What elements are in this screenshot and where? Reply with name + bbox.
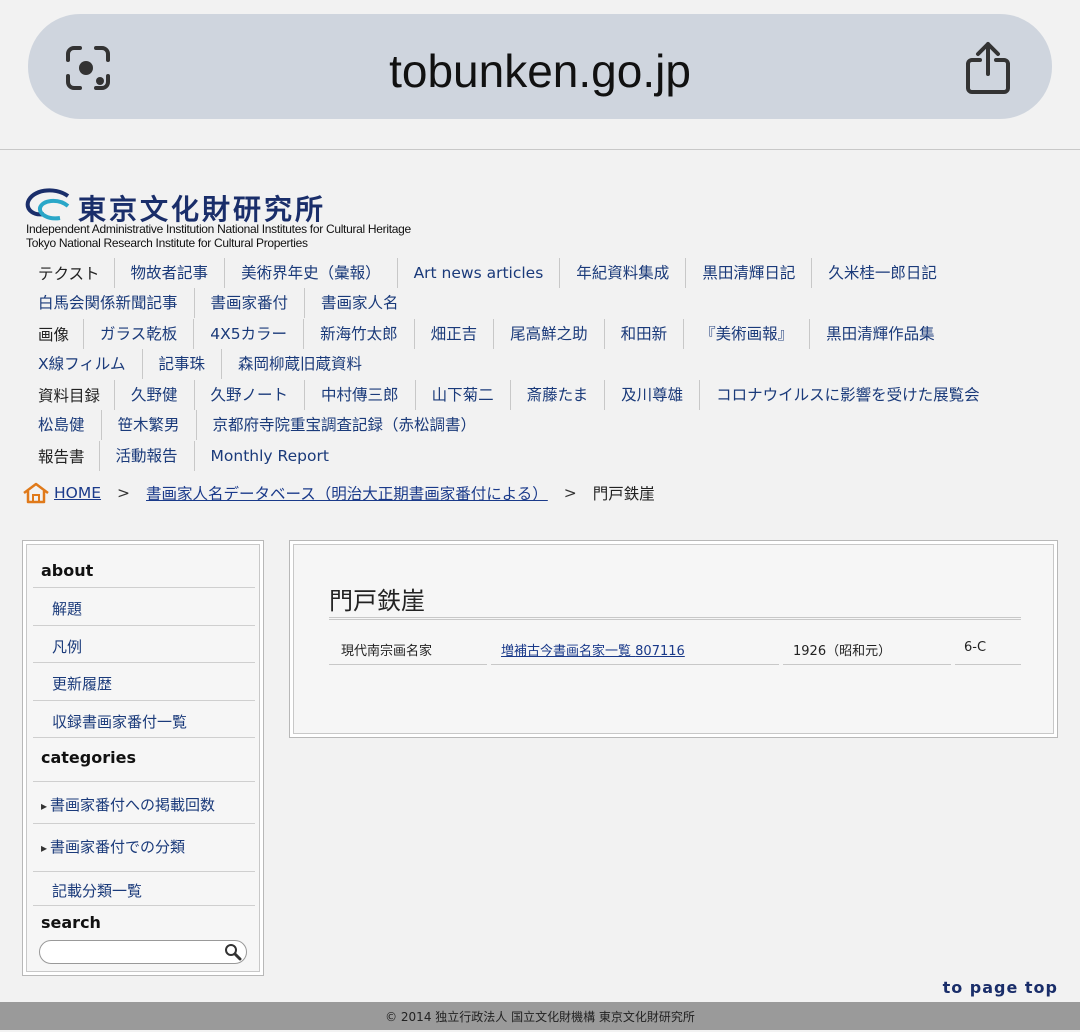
nav-item[interactable]: Art news articles xyxy=(396,258,560,288)
sidebar-heading-search: search xyxy=(41,913,101,932)
nav-category-text: テクスト xyxy=(38,265,100,283)
url-text[interactable]: tobunken.go.jp xyxy=(28,44,1052,98)
row-divider xyxy=(783,664,951,665)
divider xyxy=(33,587,255,588)
row-divider xyxy=(955,664,1021,665)
logo-name-en-line2: Tokyo National Research Institute for Cu… xyxy=(26,236,308,250)
logo-name-en-line1: Independent Administrative Institution N… xyxy=(26,222,411,236)
sidebar-item-update-history[interactable]: 更新履歴 xyxy=(52,673,112,694)
nav-category-image: 画像 xyxy=(38,326,70,344)
title-divider xyxy=(329,617,1021,620)
nav-item[interactable]: 記事珠 xyxy=(141,349,222,379)
nav-item[interactable]: 久米桂一郎日記 xyxy=(811,258,953,288)
sidebar-item-kaidai[interactable]: 解題 xyxy=(52,598,82,619)
nav-image-row: 画像 ガラス乾板 4X5カラー 新海竹太郎 畑正吉 尾高鮮之助 和田新 『美術画… xyxy=(24,319,951,349)
nav-catalog-row-2: 松島健 笹木繁男 京都府寺院重宝調査記録（赤松調書） xyxy=(24,410,492,440)
nav-item[interactable]: 斎藤たま xyxy=(509,380,605,410)
source-id: 807116 xyxy=(635,644,685,659)
nav-text-row-2: 白馬会関係新聞記事 書画家番付 書画家人名 xyxy=(24,288,415,318)
divider xyxy=(33,625,255,626)
table-cell-year: 1926（昭和元） xyxy=(793,644,892,659)
nav-report-row: 報告書 活動報告 Monthly Report xyxy=(24,441,345,471)
nav-item[interactable]: 美術界年史（彙報） xyxy=(224,258,397,288)
sidebar-item-classification[interactable]: 書画家番付での分類 xyxy=(41,836,185,857)
nav-text-row: テクスト 物故者記事 美術界年史（彙報） Art news articles 年… xyxy=(24,258,953,288)
nav-image-row-2: X線フィルム 記事珠 森岡柳蔵旧蔵資料 xyxy=(24,349,378,379)
sidebar-item-hanrei[interactable]: 凡例 xyxy=(52,636,82,657)
nav-item[interactable]: 黒田清輝作品集 xyxy=(809,319,951,349)
row-divider xyxy=(329,664,487,665)
search-icon[interactable] xyxy=(224,943,242,961)
source-link[interactable]: 増補古今書画名家一覧 807116 xyxy=(501,644,685,659)
breadcrumb-current: 門戸鉄崖 xyxy=(592,485,655,503)
nav-item[interactable]: 『美術画報』 xyxy=(683,319,809,349)
nav-item[interactable]: 畑正吉 xyxy=(413,319,494,349)
nav-item[interactable]: Monthly Report xyxy=(193,441,345,471)
share-icon[interactable] xyxy=(964,40,1012,96)
nav-item[interactable]: 活動報告 xyxy=(98,441,194,471)
nav-item[interactable]: 年紀資料集成 xyxy=(559,258,685,288)
logo-mark-icon xyxy=(25,188,70,221)
nav-item[interactable]: 笹木繁男 xyxy=(100,410,196,440)
divider xyxy=(33,737,255,738)
nav-item[interactable]: ガラス乾板 xyxy=(83,319,193,349)
page-title: 門戸鉄崖 xyxy=(329,587,425,615)
breadcrumb-home-link[interactable]: HOME xyxy=(54,484,101,502)
nav-item[interactable]: 黒田清輝日記 xyxy=(685,258,811,288)
nav-item[interactable]: 山下菊二 xyxy=(414,380,510,410)
logo-name-en: Independent Administrative Institution N… xyxy=(26,222,411,250)
nav-item[interactable]: 和田新 xyxy=(603,319,684,349)
nav-category-catalog: 資料目録 xyxy=(38,387,101,405)
breadcrumb-separator: > xyxy=(563,484,577,502)
main-panel: 門戸鉄崖 現代南宗画名家 増補古今書画名家一覧 807116 1926（昭和元）… xyxy=(293,544,1054,734)
table-cell-source: 増補古今書画名家一覧 807116 xyxy=(501,640,685,659)
nav-category-report: 報告書 xyxy=(38,448,85,466)
divider xyxy=(33,700,255,701)
source-name: 増補古今書画名家一覧 xyxy=(501,644,632,659)
sidebar-heading-categories: categories xyxy=(41,748,136,767)
page-top-link[interactable]: to page top xyxy=(943,978,1058,997)
home-icon[interactable] xyxy=(22,482,50,504)
nav-item[interactable]: コロナウイルスに影響を受けた展覧会 xyxy=(699,380,996,410)
sidebar-item-classification-list[interactable]: 記載分類一覧 xyxy=(52,880,142,901)
nav-item[interactable]: X線フィルム xyxy=(24,349,142,379)
divider xyxy=(33,823,255,824)
nav-catalog-row: 資料目録 久野健 久野ノート 中村傳三郎 山下菊二 斎藤たま 及川尊雄 コロナウ… xyxy=(24,380,996,410)
nav-item[interactable]: 尾高鮮之助 xyxy=(493,319,604,349)
nav-item[interactable]: 森岡柳蔵旧蔵資料 xyxy=(221,349,378,379)
nav-item[interactable]: 書画家人名 xyxy=(304,288,415,318)
sidebar-item-banzuke-list[interactable]: 収録書画家番付一覧 xyxy=(52,711,187,732)
address-bar[interactable]: tobunken.go.jp xyxy=(28,14,1052,119)
sidebar-item-appearance-count[interactable]: 書画家番付への掲載回数 xyxy=(41,794,215,815)
browser-toolbar: tobunken.go.jp xyxy=(0,0,1080,150)
nav-item[interactable]: 物故者記事 xyxy=(113,258,225,288)
divider xyxy=(33,905,255,906)
sidebar: about 解題 凡例 更新履歴 収録書画家番付一覧 categories 書画… xyxy=(22,540,264,976)
divider xyxy=(33,662,255,663)
breadcrumb-database-link[interactable]: 書画家人名データベース（明治大正期書画家番付による） xyxy=(146,482,548,504)
table-cell-position: 6-C xyxy=(964,640,987,655)
row-divider xyxy=(491,664,779,665)
breadcrumb: HOME > 書画家人名データベース（明治大正期書画家番付による） > 門戸鉄崖 xyxy=(22,482,655,504)
nav-item[interactable]: 及川尊雄 xyxy=(604,380,699,410)
nav-item[interactable]: 4X5カラー xyxy=(193,319,303,349)
sidebar-panel: about 解題 凡例 更新履歴 収録書画家番付一覧 categories 書画… xyxy=(26,544,260,972)
nav-item[interactable]: 久野健 xyxy=(114,380,194,410)
divider xyxy=(33,781,255,782)
breadcrumb-separator: > xyxy=(117,484,131,502)
nav-item[interactable]: 久野ノート xyxy=(193,380,305,410)
table-cell-category: 現代南宗画名家 xyxy=(341,644,433,659)
sidebar-heading-about: about xyxy=(41,561,94,580)
search-input[interactable] xyxy=(39,940,247,964)
nav-item[interactable]: 中村傳三郎 xyxy=(304,380,415,410)
main-content: 門戸鉄崖 現代南宗画名家 増補古今書画名家一覧 807116 1926（昭和元）… xyxy=(289,540,1058,738)
footer-copyright: © 2014 独立行政法人 国立文化財機構 東京文化財研究所 xyxy=(0,1002,1080,1030)
nav-item[interactable]: 新海竹太郎 xyxy=(303,319,414,349)
divider xyxy=(33,871,255,872)
nav-item[interactable]: 京都府寺院重宝調査記録（赤松調書） xyxy=(195,410,493,440)
nav-item[interactable]: 松島健 xyxy=(24,410,101,440)
nav-item[interactable]: 書画家番付 xyxy=(193,288,305,318)
nav-item[interactable]: 白馬会関係新聞記事 xyxy=(24,288,194,318)
